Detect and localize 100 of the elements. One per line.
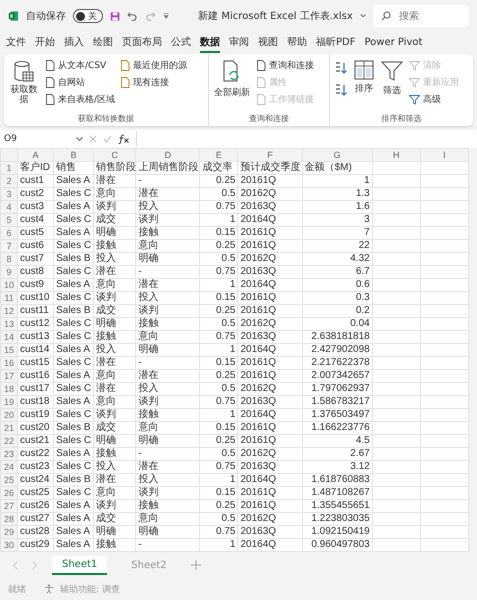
ribbon-tab[interactable]: 插入 [64, 33, 84, 53]
table-cell-text: 意向 [96, 188, 118, 200]
row-header[interactable]: 16 [0, 356, 18, 370]
ribbon-tab[interactable]: 页面布局 [122, 33, 162, 53]
row-header[interactable]: 1 [0, 162, 18, 174]
table-cell-text: - [138, 357, 143, 369]
row-header[interactable]: 7 [0, 240, 18, 252]
ribbon-command[interactable]: 最近使用的源 [120, 58, 188, 73]
table-cell-text: 意向 [96, 396, 118, 408]
ribbon-command[interactable]: 现有连接 [120, 75, 188, 90]
ribbon-tab[interactable]: 绘图 [93, 33, 113, 53]
ribbon-command[interactable]: 从文本/CSV [45, 58, 116, 73]
row-header[interactable]: 23 [0, 448, 18, 460]
table-cell-text: cust28 [20, 526, 50, 538]
ribbon-command[interactable]: 查询和连接 [256, 58, 314, 73]
table-cell-text: cust11 [20, 305, 50, 317]
ribbon-tab[interactable]: 视图 [258, 33, 278, 53]
row-header[interactable]: 18 [0, 382, 18, 396]
column-header[interactable]: D [136, 148, 200, 162]
table-cell-text: 20161Q [240, 292, 278, 304]
column-header[interactable]: H [372, 148, 420, 162]
ribbon-command[interactable]: 自网站 [45, 75, 116, 90]
ribbon-tab[interactable]: 开始 [35, 33, 55, 53]
customize-icon[interactable] [162, 12, 170, 20]
column-header[interactable]: E [200, 148, 238, 162]
ribbon-command[interactable]: 来自表格/区域 [45, 92, 116, 107]
sort-descending-icon[interactable] [334, 83, 348, 97]
row-header[interactable]: 4 [0, 200, 18, 214]
row-header[interactable]: 24 [0, 460, 18, 474]
sort-ascending-icon[interactable] [334, 61, 348, 75]
document-icon [120, 60, 130, 71]
row-header[interactable]: 19 [0, 396, 18, 408]
ribbon-tab[interactable]: Power Pivot [364, 33, 422, 53]
name-box[interactable]: O9 [4, 134, 70, 144]
sheet-tab[interactable]: Sheet1 [52, 556, 108, 574]
table-cell-text: 潜在 [138, 370, 160, 382]
row-header[interactable]: 21 [0, 422, 18, 434]
column-header[interactable]: A [18, 148, 54, 162]
row-header[interactable]: 11 [0, 292, 18, 304]
ribbon-tab[interactable]: 帮助 [287, 33, 307, 53]
column-header[interactable]: F [238, 148, 302, 162]
ribbon-tab[interactable]: 公式 [171, 33, 191, 53]
row-header[interactable]: 29 [0, 526, 18, 538]
row-header[interactable]: 3 [0, 188, 18, 200]
check-icon[interactable] [103, 135, 112, 143]
row-header[interactable]: 10 [0, 278, 18, 292]
refresh-all-button[interactable]: 全部刷新 [213, 58, 251, 113]
column-header[interactable]: I [420, 148, 468, 162]
row-header[interactable]: 17 [0, 370, 18, 382]
row-header[interactable]: 15 [0, 344, 18, 356]
get-data-button[interactable]: 获取数据 [8, 58, 40, 113]
table-cell-text: 2.007342657 [310, 370, 370, 382]
row-header[interactable]: 26 [0, 486, 18, 500]
database-icon [13, 60, 35, 84]
search-field[interactable]: 搜索 [373, 5, 470, 27]
accessibility-icon[interactable] [44, 584, 54, 594]
row-header[interactable]: 5 [0, 214, 18, 226]
table-cell: 销售阶段 [96, 162, 134, 174]
undo-icon[interactable] [127, 10, 138, 22]
ribbon-tab[interactable]: 审阅 [229, 33, 249, 53]
ribbon-tab[interactable]: 福昕PDF [316, 33, 356, 53]
table-cell-text: 1.223803035 [310, 513, 370, 525]
accessibility-status[interactable]: 辅助功能: 调查 [60, 582, 120, 596]
table-cell-text: 谈判 [138, 487, 160, 499]
function-icon[interactable] [118, 134, 130, 144]
row-header[interactable]: 14 [0, 330, 18, 344]
table-cell-text: 20163Q [240, 331, 278, 343]
row-header[interactable]: 28 [0, 512, 18, 526]
chevron-down-icon[interactable] [360, 13, 366, 19]
funnel-icon [409, 78, 420, 88]
search-input[interactable]: 搜索 [397, 10, 462, 22]
sheet-tab[interactable]: Sheet2 [121, 556, 177, 574]
row-header[interactable]: 20 [0, 408, 18, 422]
table-cell-text: cust9 [20, 279, 45, 291]
row-header[interactable]: 13 [0, 318, 18, 330]
chevron-down-icon[interactable] [76, 136, 83, 142]
row-header[interactable]: 22 [0, 434, 18, 448]
column-header[interactable]: B [54, 148, 94, 162]
row-header[interactable]: 25 [0, 474, 18, 486]
column-header[interactable]: C [94, 148, 136, 162]
row-header[interactable]: 12 [0, 304, 18, 318]
table-cell-text: 7 [363, 227, 370, 239]
table-cell-text: 意向 [96, 487, 118, 499]
table-cell-text: 1.355455651 [310, 500, 370, 512]
redo-icon[interactable] [145, 10, 156, 22]
ribbon-tab[interactable]: 文件 [6, 33, 26, 53]
row-header[interactable]: 9 [0, 266, 18, 278]
sort-button[interactable]: 排序 [353, 58, 375, 113]
table-cell-text: 意向 [138, 513, 160, 525]
column-header[interactable]: G [302, 148, 372, 162]
add-sheet-icon[interactable] [190, 560, 201, 570]
autosave-toggle[interactable]: 关 [72, 9, 103, 23]
row-header[interactable]: 8 [0, 252, 18, 266]
row-header[interactable]: 27 [0, 500, 18, 512]
filter-button[interactable]: 筛选 [380, 58, 404, 113]
row-header[interactable]: 6 [0, 226, 18, 240]
row-header[interactable]: 30 [0, 538, 18, 552]
save-icon[interactable] [110, 10, 120, 22]
row-header[interactable]: 2 [0, 174, 18, 188]
ribbon-command[interactable]: 高级 [409, 92, 459, 107]
